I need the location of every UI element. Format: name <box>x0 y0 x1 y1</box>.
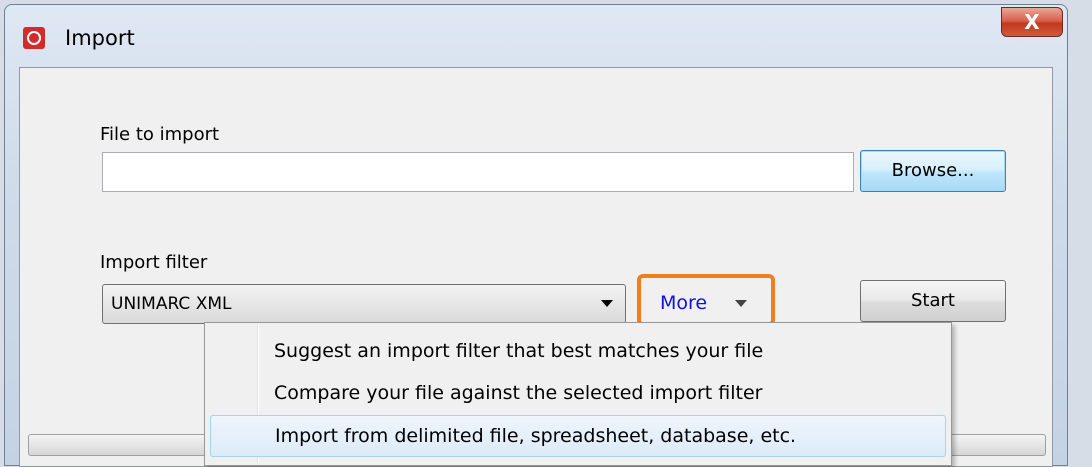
more-dropdown-menu: Suggest an import filter that best match… <box>204 322 952 466</box>
import-filter-select[interactable]: UNIMARC XML <box>102 284 626 324</box>
more-dropdown-icon[interactable] <box>735 300 747 307</box>
menu-item-suggest-filter[interactable]: Suggest an import filter that best match… <box>210 331 946 373</box>
browse-button[interactable]: Browse... <box>860 150 1006 192</box>
close-button[interactable]: X <box>1001 7 1063 37</box>
chevron-down-icon <box>601 300 613 307</box>
menu-item-import-delimited[interactable]: Import from delimited file, spreadsheet,… <box>210 415 946 457</box>
file-to-import-label: File to import <box>100 124 220 145</box>
import-filter-selected: UNIMARC XML <box>111 294 232 314</box>
start-button[interactable]: Start <box>860 280 1006 322</box>
file-path-input[interactable] <box>102 152 854 192</box>
window-title: Import <box>65 26 135 50</box>
app-logo-icon <box>23 27 45 49</box>
menu-item-compare-file[interactable]: Compare your file against the selected i… <box>210 373 946 415</box>
title-bar[interactable]: Import X <box>5 5 1067 63</box>
more-button[interactable]: More <box>660 292 707 314</box>
import-filter-label: Import filter <box>100 252 208 273</box>
